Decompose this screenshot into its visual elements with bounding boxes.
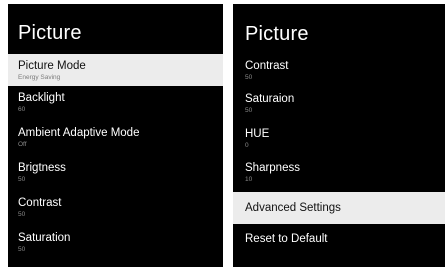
menu-item-advanced-settings[interactable]: Advanced Settings (233, 192, 445, 224)
menu-item-contrast[interactable]: Contrast 50 (233, 54, 445, 86)
menu-item-value: 10 (245, 176, 253, 183)
menu-item-ambient-adaptive-mode[interactable]: Ambient Adaptive Mode Off (8, 121, 223, 153)
menu-item-value: 60 (18, 106, 26, 113)
menu-item-label: Sharpness (245, 162, 300, 174)
menu-item-value: 50 (18, 246, 26, 253)
menu-item-label: HUE (245, 128, 270, 140)
menu-item-label: Picture Mode (18, 60, 86, 72)
picture-menu-panel-left: Picture Picture Mode Energy Saving Backl… (8, 4, 223, 267)
picture-menu-panel-right: Picture Contrast 50 Saturaion 50 HUE 0 S… (233, 4, 445, 267)
menu-item-value: 50 (245, 107, 253, 114)
menu-item-backlight[interactable]: Backlight 60 (8, 86, 223, 118)
menu-item-value: 50 (18, 211, 26, 218)
menu-title: Picture (18, 22, 82, 44)
menu-item-hue[interactable]: HUE 0 (233, 122, 445, 154)
menu-item-value: Energy Saving (18, 74, 61, 81)
menu-item-brightness[interactable]: Brigtness 50 (8, 156, 223, 188)
menu-item-label: Backlight (18, 92, 65, 104)
menu-item-value: Off (18, 141, 27, 148)
menu-item-label: Contrast (18, 197, 62, 209)
menu-item-label: Saturaion (245, 93, 295, 105)
menu-item-saturation[interactable]: Saturation 50 (8, 226, 223, 258)
menu-item-value: 50 (245, 74, 253, 81)
menu-item-contrast[interactable]: Contrast 50 (8, 191, 223, 223)
menu-item-value: 50 (18, 176, 26, 183)
menu-item-sharpness[interactable]: Sharpness 10 (233, 156, 445, 188)
menu-item-value: 0 (245, 142, 249, 149)
menu-item-label: Brigtness (18, 162, 66, 174)
menu-item-label: Advanced Settings (245, 202, 341, 214)
menu-item-picture-mode[interactable]: Picture Mode Energy Saving (8, 54, 223, 86)
menu-item-saturation[interactable]: Saturaion 50 (233, 87, 445, 119)
menu-item-label: Reset to Default (245, 233, 328, 245)
menu-item-label: Ambient Adaptive Mode (18, 127, 140, 139)
menu-item-reset-to-default[interactable]: Reset to Default (233, 223, 445, 255)
menu-item-label: Contrast (245, 60, 289, 72)
menu-item-label: Saturation (18, 232, 71, 244)
menu-title: Picture (245, 23, 309, 45)
